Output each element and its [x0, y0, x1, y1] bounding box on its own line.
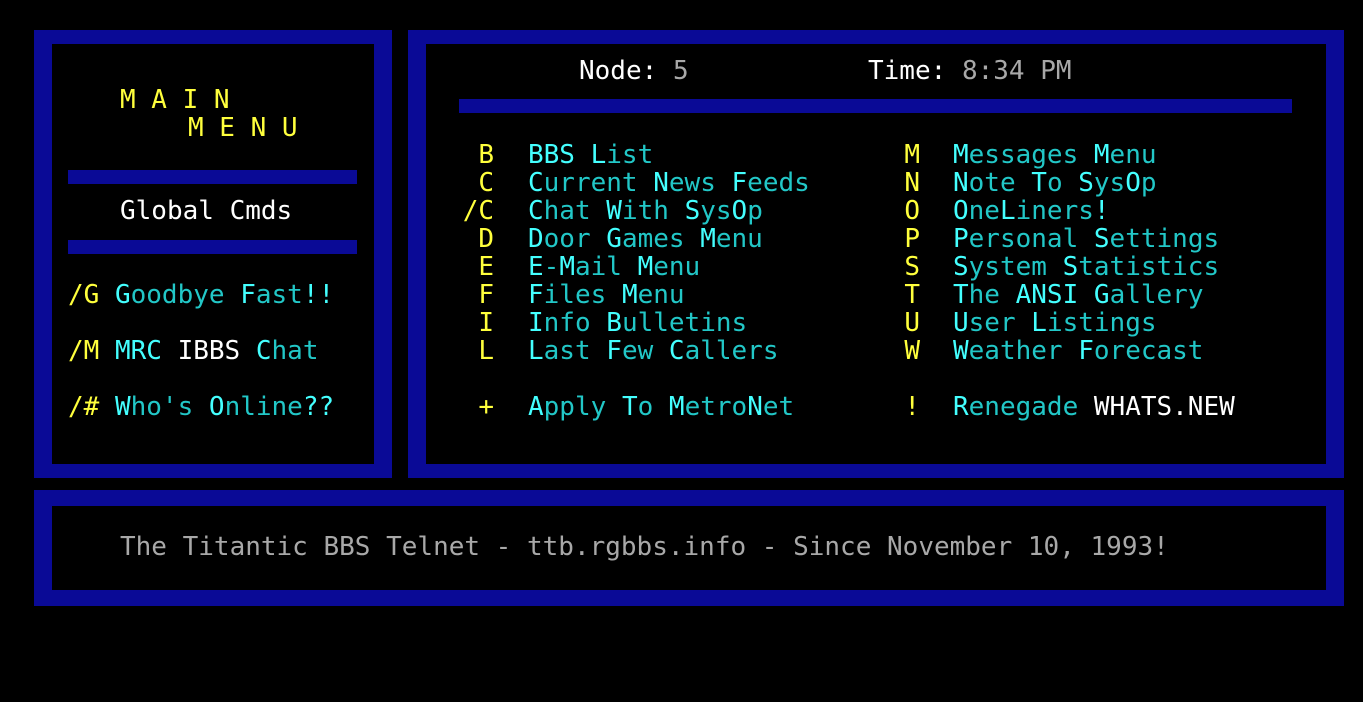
- cmd-goodbye-fast[interactable]: /G Goodbye Fast!!: [68, 281, 334, 309]
- menu-hotkey: N: [904, 168, 920, 198]
- menu-item-e[interactable]: E: [440, 253, 494, 281]
- node-value: 5: [672, 56, 689, 86]
- menu-item-i-label[interactable]: Info Bulletins: [528, 309, 747, 337]
- menu-hotkey: W: [904, 336, 920, 366]
- menu-item-t[interactable]: T: [880, 281, 920, 309]
- menu-hotkey: I: [478, 308, 494, 338]
- node-label: Node:: [579, 56, 658, 86]
- menu-item-slash-c[interactable]: /C: [440, 197, 494, 225]
- menu-hotkey: !: [904, 392, 920, 422]
- menu-item-c[interactable]: C: [440, 169, 494, 197]
- cmd-key: /G: [68, 280, 100, 310]
- footer-banner: The Titantic BBS Telnet - ttb.rgbbs.info…: [120, 532, 1169, 562]
- menu-item-i[interactable]: I: [440, 309, 494, 337]
- menu-hotkey: E: [478, 252, 494, 282]
- menu-item-whats-new-label[interactable]: Renegade WHATS.NEW: [953, 393, 1235, 421]
- node-indicator: Node: 5: [579, 57, 689, 85]
- menu-hotkey: B: [478, 140, 494, 170]
- menu-item-c-label[interactable]: Current News Feeds: [528, 169, 810, 197]
- menu-hotkey: +: [478, 392, 494, 422]
- cmd-key: /#: [68, 392, 100, 422]
- menu-item-l[interactable]: L: [440, 337, 494, 365]
- menu-item-t-label[interactable]: The ANSI Gallery: [953, 281, 1203, 309]
- menu-hotkey: D: [478, 224, 494, 254]
- menu-item-u[interactable]: U: [880, 309, 920, 337]
- menu-item-d-label[interactable]: Door Games Menu: [528, 225, 763, 253]
- menu-hotkey: M: [904, 140, 920, 170]
- menu-item-o[interactable]: O: [880, 197, 920, 225]
- cmd-key: /M: [68, 336, 100, 366]
- time-value: 8:34 PM: [961, 56, 1072, 86]
- sidebar-divider-bottom: [68, 240, 357, 254]
- menu-item-d[interactable]: D: [440, 225, 494, 253]
- menu-item-s-label[interactable]: System Statistics: [953, 253, 1219, 281]
- menu-item-apply-metronet[interactable]: +: [440, 393, 494, 421]
- menu-hotkey: U: [904, 308, 920, 338]
- menu-hotkey: S: [904, 252, 920, 282]
- menu-item-p[interactable]: P: [880, 225, 920, 253]
- menu-item-p-label[interactable]: Personal Settings: [953, 225, 1219, 253]
- menu-item-u-label[interactable]: User Listings: [953, 309, 1157, 337]
- menu-item-s[interactable]: S: [880, 253, 920, 281]
- menu-hotkey: F: [478, 280, 494, 310]
- menu-item-whats-new[interactable]: !: [880, 393, 920, 421]
- menu-item-apply-metronet-label[interactable]: Apply To MetroNet: [528, 393, 794, 421]
- time-indicator: Time: 8:34 PM: [868, 57, 1072, 85]
- menu-item-e-label[interactable]: E-Mail Menu: [528, 253, 700, 281]
- menu-hotkey: /C: [462, 196, 494, 226]
- main-menu-title-line1: M A I N: [120, 85, 230, 115]
- menu-item-f[interactable]: F: [440, 281, 494, 309]
- header-divider: [459, 99, 1292, 113]
- menu-item-o-label[interactable]: OneLiners!: [953, 197, 1110, 225]
- menu-item-b-label[interactable]: BBS List: [528, 141, 653, 169]
- menu-item-f-label[interactable]: Files Menu: [528, 281, 685, 309]
- menu-item-m[interactable]: M: [880, 141, 920, 169]
- menu-item-n-label[interactable]: Note To SysOp: [953, 169, 1157, 197]
- menu-item-n[interactable]: N: [880, 169, 920, 197]
- menu-hotkey: L: [478, 336, 494, 366]
- menu-hotkey: O: [904, 196, 920, 226]
- menu-item-slash-c-label[interactable]: Chat With SysOp: [528, 197, 763, 225]
- menu-item-l-label[interactable]: Last Few Callers: [528, 337, 778, 365]
- menu-item-w-label[interactable]: Weather Forecast: [953, 337, 1203, 365]
- main-menu-title-line2: M E N U: [188, 113, 298, 143]
- global-cmds-label: Global Cmds: [120, 196, 293, 226]
- menu-item-b[interactable]: B: [440, 141, 494, 169]
- menu-hotkey: P: [904, 224, 920, 254]
- sidebar-divider-top: [68, 170, 357, 184]
- menu-item-w[interactable]: W: [880, 337, 920, 365]
- menu-hotkey: T: [904, 280, 920, 310]
- menu-hotkey: C: [478, 168, 494, 198]
- cmd-whos-online[interactable]: /# Who's Online??: [68, 393, 334, 421]
- time-label: Time:: [868, 56, 947, 86]
- menu-item-m-label[interactable]: Messages Menu: [953, 141, 1157, 169]
- cmd-mrc-chat[interactable]: /M MRC IBBS Chat: [68, 337, 319, 365]
